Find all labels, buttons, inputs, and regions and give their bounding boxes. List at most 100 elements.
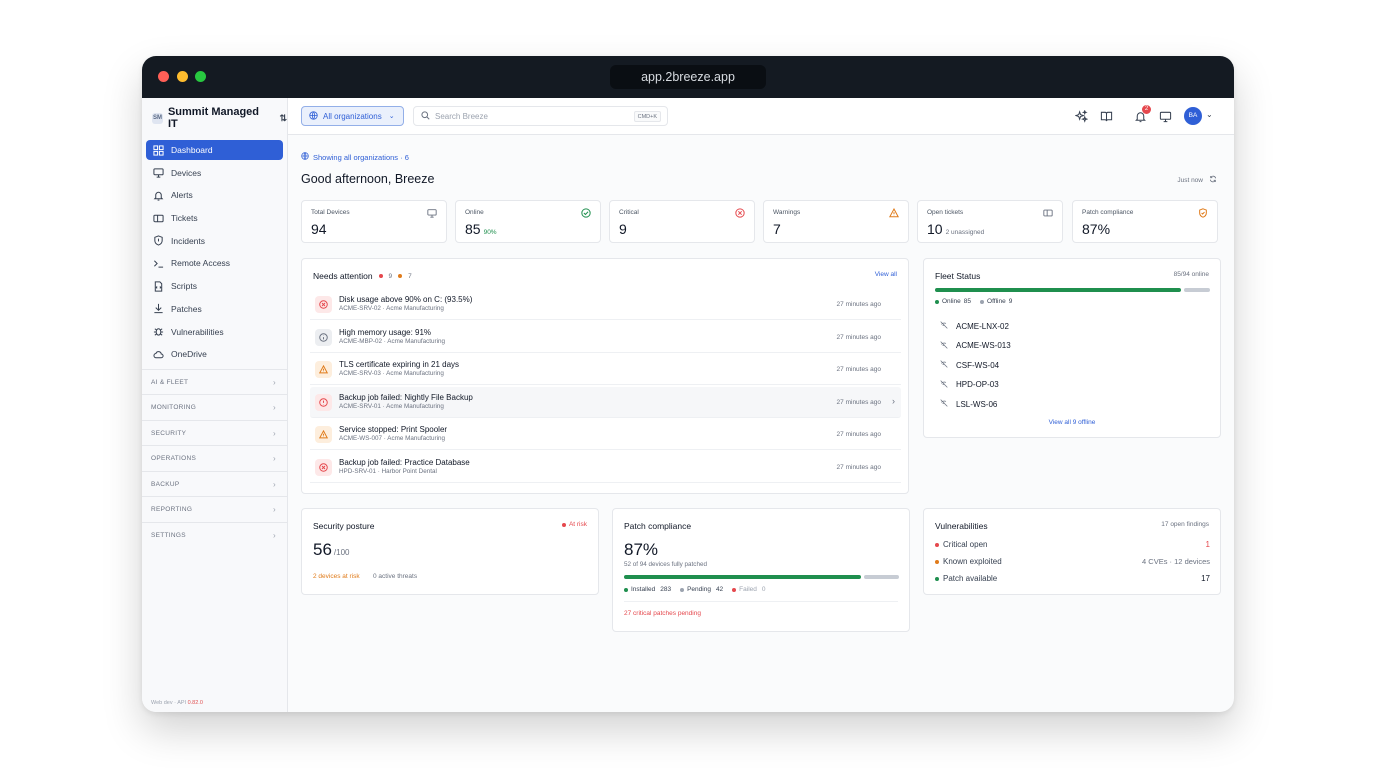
vuln-row[interactable]: Critical open 1 <box>935 540 1210 552</box>
stat-total-devices[interactable]: Total Devices 94 <box>301 200 447 243</box>
attention-title: Backup job failed: Nightly File Backup <box>339 392 473 402</box>
section-security[interactable]: SECURITY › <box>142 420 288 445</box>
refresh-icon[interactable] <box>1209 175 1217 185</box>
devices-at-risk-link[interactable]: 2 devices at risk <box>313 573 360 580</box>
attention-title: Service stopped: Print Spooler <box>339 425 448 434</box>
sidebar-item-alerts[interactable]: Alerts <box>146 185 283 205</box>
sidebar-item-scripts[interactable]: Scripts <box>146 276 283 296</box>
x-circle-icon <box>735 208 745 218</box>
monitor-icon <box>153 167 164 178</box>
vuln-row[interactable]: Known exploited 4 CVEs · 12 devices <box>935 557 1210 569</box>
vuln-row[interactable]: Patch available 17 <box>935 574 1210 586</box>
maximize-window-button[interactable] <box>195 71 206 82</box>
stat-warnings[interactable]: Warnings 7 <box>763 200 909 243</box>
shield-check-icon <box>1198 208 1208 218</box>
offline-dot-icon <box>980 299 985 304</box>
attention-item[interactable]: Disk usage above 90% on C: (93.5%) ACME-S… <box>310 289 901 320</box>
card-title: Patch compliance <box>624 521 692 531</box>
offline-device-item[interactable]: ACME-LNX-02 <box>940 321 1009 331</box>
warning-dot-icon <box>398 274 403 278</box>
view-all-offline-link[interactable]: View all 9 offline <box>924 419 1220 426</box>
stat-open-tickets[interactable]: Open tickets 10 2 unassigned <box>917 200 1063 243</box>
card-title: Needs attention 9 7 <box>313 271 412 281</box>
monitor-icon <box>427 208 437 218</box>
switch-org-icon[interactable]: ⇅ <box>279 113 287 124</box>
section-reporting[interactable]: REPORTING › <box>142 496 288 521</box>
org-filter-link[interactable]: Showing all organizations · 6 <box>301 152 409 162</box>
org-name: Summit Managed IT <box>167 106 260 130</box>
close-window-button[interactable] <box>158 71 169 82</box>
attention-time: 27 minutes ago <box>836 431 881 438</box>
chevron-down-icon[interactable]: ⌄ <box>1206 110 1213 119</box>
chevron-right-icon: › <box>273 402 276 412</box>
attention-item[interactable]: TLS certificate expiring in 21 days ACME-… <box>310 354 901 385</box>
critical-count: 9 <box>388 272 393 280</box>
title-bar: app.2breeze.app <box>142 56 1234 98</box>
fleet-status-card: Fleet Status 85/94 online Online 85 Offl… <box>923 258 1221 438</box>
stat-value: 9 <box>619 221 627 237</box>
chevron-down-icon: ⌄ <box>388 113 395 120</box>
sparkles-icon[interactable] <box>1075 110 1088 123</box>
offline-device-item[interactable]: CSF-WS-04 <box>940 360 999 370</box>
search-input[interactable]: Search Breeze CMD+K <box>413 106 668 126</box>
section-ai-fleet[interactable]: AI & FLEET › <box>142 369 288 394</box>
display-icon[interactable] <box>1159 110 1172 123</box>
book-icon[interactable] <box>1100 110 1113 123</box>
attention-time: 27 minutes ago <box>836 333 881 341</box>
stat-label: Open tickets <box>927 209 964 216</box>
search-placeholder: Search Breeze <box>435 111 488 121</box>
ticket-icon <box>1043 208 1053 218</box>
avatar[interactable]: BA <box>1184 107 1202 125</box>
sidebar-item-tickets[interactable]: Tickets <box>146 208 283 228</box>
section-monitoring[interactable]: MONITORING › <box>142 394 288 419</box>
minimize-window-button[interactable] <box>177 71 188 82</box>
sidebar-item-incidents[interactable]: Incidents <box>146 231 283 251</box>
offline-device-item[interactable]: LSL-WS-06 <box>940 399 997 409</box>
attention-item[interactable]: Service stopped: Print Spooler ACME-WS-00… <box>310 419 901 450</box>
attention-item[interactable]: Backup job failed: Practice Database HPD-… <box>310 452 901 483</box>
attention-title: High memory usage: 91% <box>339 327 432 337</box>
critical-patches-pending[interactable]: 27 critical patches pending <box>624 610 701 617</box>
wifi-off-icon <box>940 321 948 331</box>
bar-remaining <box>864 575 899 579</box>
stat-sub: 2 unassigned <box>945 229 985 236</box>
sidebar-item-remote-access[interactable]: Remote Access <box>146 253 283 273</box>
sidebar-item-patches[interactable]: Patches <box>146 299 283 319</box>
cloud-icon <box>153 349 164 360</box>
search-icon <box>421 110 430 122</box>
view-all-link[interactable]: View all <box>875 271 897 278</box>
sidebar-item-dashboard[interactable]: Dashboard <box>146 140 283 160</box>
stat-patch-compliance[interactable]: Patch compliance 87% <box>1072 200 1218 243</box>
last-refreshed: Just now <box>1177 176 1203 184</box>
sidebar-item-onedrive[interactable]: OneDrive <box>146 344 283 364</box>
org-switcher[interactable]: SM Summit Managed IT ⇅ <box>152 106 287 130</box>
attention-item[interactable]: Backup job failed: Nightly File Backup AC… <box>310 386 901 418</box>
device-name: ACME-WS-013 <box>956 341 1011 350</box>
offline-device-item[interactable]: ACME-WS-013 <box>940 340 1011 351</box>
patch-sub: 52 of 94 devices fully patched <box>624 561 707 568</box>
attention-source: HPD-SRV-01 · Harbor Point Dental <box>339 467 437 475</box>
section-operations[interactable]: OPERATIONS › <box>142 445 288 470</box>
globe-icon <box>309 110 318 122</box>
stat-online[interactable]: Online 85 90% <box>455 200 601 243</box>
sidebar-item-vulnerabilities[interactable]: Vulnerabilities <box>146 322 283 342</box>
sidebar: SM Summit Managed IT ⇅ Dashboard Devices… <box>142 98 288 712</box>
sidebar-item-devices[interactable]: Devices <box>146 163 283 183</box>
wifi-off-icon <box>940 360 948 370</box>
offline-device-item[interactable]: HPD-OP-03 <box>940 379 999 390</box>
section-backup[interactable]: BACKUP › <box>142 471 288 496</box>
stat-critical[interactable]: Critical 9 <box>609 200 755 243</box>
attention-item[interactable]: High memory usage: 91% ACME-MBP-02 · Acme… <box>310 322 901 353</box>
stat-label: Online <box>465 209 484 216</box>
chevron-right-icon: › <box>273 504 276 514</box>
vuln-label: Patch available <box>943 574 998 583</box>
info-icon <box>315 328 332 346</box>
section-settings[interactable]: SETTINGS › <box>142 522 288 547</box>
section-label: AI & FLEET <box>151 378 189 386</box>
card-title: Security posture <box>313 521 375 531</box>
url-bar[interactable]: app.2breeze.app <box>610 65 766 89</box>
organization-select[interactable]: All organizations ⌄ <box>301 106 404 126</box>
attention-time: 27 minutes ago <box>836 463 881 471</box>
legend-online-count: 85 <box>963 298 972 305</box>
notification-bell-icon[interactable]: 2 <box>1134 105 1151 123</box>
